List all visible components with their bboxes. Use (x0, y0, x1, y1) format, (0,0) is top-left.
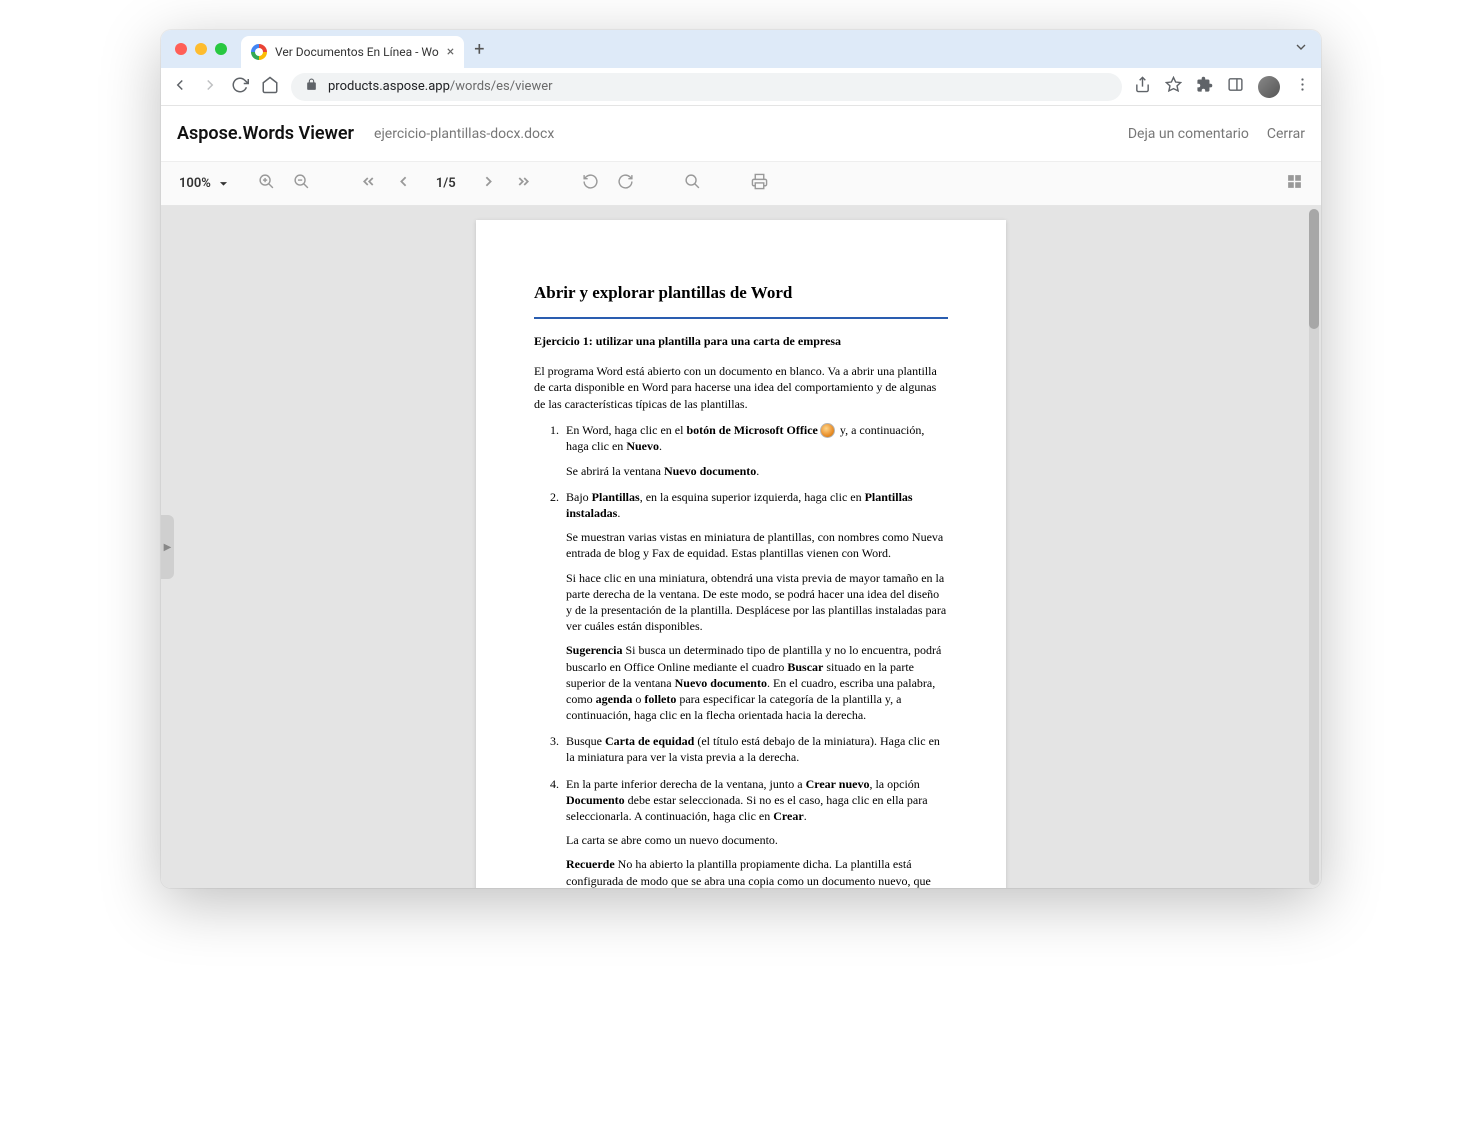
tab-title: Ver Documentos En Línea - Wo (275, 45, 439, 59)
last-page-button[interactable] (515, 173, 532, 194)
office-button-icon (820, 423, 835, 438)
favicon-icon (251, 44, 267, 60)
extensions-icon[interactable] (1196, 76, 1213, 97)
browser-right-icons (1134, 76, 1311, 98)
rotate-left-button[interactable] (582, 173, 599, 194)
close-button[interactable]: Cerrar (1267, 126, 1305, 142)
app-header: Aspose.Words Viewer ejercicio-plantillas… (161, 106, 1321, 162)
browser-window: Ver Documentos En Línea - Wo × + product… (161, 30, 1321, 888)
step-2: Bajo Plantillas, en la esquina superior … (562, 489, 948, 723)
lock-icon (305, 78, 318, 95)
reload-button[interactable] (231, 76, 249, 98)
address-bar: products.aspose.app/words/es/viewer (161, 68, 1321, 106)
bookmark-icon[interactable] (1165, 76, 1182, 97)
doc-steps: En Word, haga clic en el botón de Micros… (534, 422, 948, 888)
close-window-button[interactable] (175, 43, 187, 55)
viewer-toolbar: 100% 1/5 (161, 162, 1321, 206)
tabs-dropdown-icon[interactable] (1293, 39, 1309, 59)
minimize-window-button[interactable] (195, 43, 207, 55)
zoom-out-button[interactable] (293, 173, 310, 194)
file-name: ejercicio-plantillas-docx.docx (374, 126, 554, 142)
tab-strip: Ver Documentos En Línea - Wo × + (161, 30, 1321, 68)
search-button[interactable] (684, 173, 701, 194)
profile-avatar[interactable] (1258, 76, 1280, 98)
maximize-window-button[interactable] (215, 43, 227, 55)
doc-subtitle: Ejercicio 1: utilizar una plantilla para… (534, 333, 948, 349)
step-1: En Word, haga clic en el botón de Micros… (562, 422, 948, 479)
page-indicator: 1/5 (430, 176, 462, 191)
new-tab-button[interactable]: + (474, 39, 484, 60)
next-page-button[interactable] (480, 173, 497, 194)
step-4: En la parte inferior derecha de la venta… (562, 776, 948, 888)
nav-buttons (171, 76, 279, 98)
zoom-in-button[interactable] (258, 173, 275, 194)
document-viewport[interactable]: ▶ Abrir y explorar plantillas de Word Ej… (161, 206, 1321, 888)
zoom-dropdown[interactable]: 100% (179, 175, 232, 192)
leave-comment-link[interactable]: Deja un comentario (1128, 126, 1249, 142)
browser-tab[interactable]: Ver Documentos En Línea - Wo × (241, 36, 464, 68)
forward-button[interactable] (201, 76, 219, 98)
first-page-button[interactable] (360, 173, 377, 194)
browser-menu-icon[interactable] (1294, 76, 1311, 97)
scrollbar-thumb[interactable] (1309, 209, 1319, 329)
prev-page-button[interactable] (395, 173, 412, 194)
doc-intro: El programa Word está abierto con un doc… (534, 363, 948, 412)
tab-close-icon[interactable]: × (447, 44, 454, 60)
doc-title: Abrir y explorar plantillas de Word (534, 282, 948, 305)
step-3: Busque Carta de equidad (el título está … (562, 733, 948, 765)
share-icon[interactable] (1134, 76, 1151, 97)
url-text: products.aspose.app/words/es/viewer (328, 79, 553, 94)
print-button[interactable] (751, 173, 768, 194)
url-input[interactable]: products.aspose.app/words/es/viewer (291, 73, 1122, 101)
back-button[interactable] (171, 76, 189, 98)
document-page: Abrir y explorar plantillas de Word Ejer… (476, 220, 1006, 888)
thumbnails-button[interactable] (1286, 173, 1303, 194)
title-rule (534, 317, 948, 319)
app-name: Aspose.Words Viewer (177, 123, 354, 144)
sidepanel-icon[interactable] (1227, 76, 1244, 97)
rotate-right-button[interactable] (617, 173, 634, 194)
vertical-scrollbar[interactable] (1309, 209, 1319, 885)
window-controls (175, 43, 227, 55)
sidebar-expand-handle[interactable]: ▶ (161, 515, 174, 579)
home-button[interactable] (261, 76, 279, 98)
